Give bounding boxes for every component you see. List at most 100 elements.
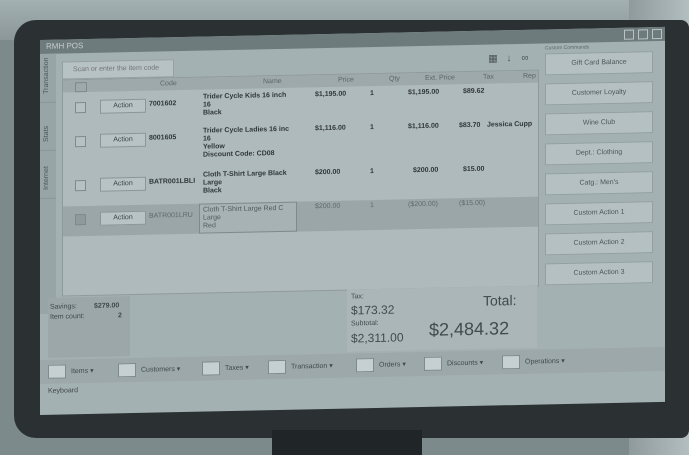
taxes-icon (202, 361, 220, 376)
total-value: $2,484.32 (429, 318, 510, 340)
action-button[interactable]: Action (100, 210, 146, 226)
customer-loyalty-button[interactable]: Customer Loyalty (545, 81, 653, 106)
col-qty[interactable]: Qty (389, 75, 400, 82)
cell-code: BATR001LRU (149, 211, 193, 220)
cell-tax: $15.00 (463, 165, 485, 174)
menu-label: Transaction (291, 362, 328, 371)
catg-mens-button[interactable]: Catg.: Men's (545, 171, 653, 196)
action-button[interactable]: Action (100, 132, 146, 148)
totals-panel: Tax: $173.32 Subtotal: $2,311.00 Total: … (347, 285, 537, 352)
col-code[interactable]: Code (160, 80, 177, 87)
tax-value: $173.32 (351, 302, 395, 318)
cell-tax: ($15.00) (459, 199, 486, 208)
grid-icon[interactable]: ▦ (488, 53, 498, 64)
window-title: RMH POS (46, 41, 84, 51)
cell-name-line: Large (203, 214, 221, 222)
transaction-grid: Code Name Price Qty Ext. Price Tax Rep A… (62, 69, 539, 297)
bottom-toolbar: Items ▾ Customers ▾ Taxes ▾ Transaction … (40, 346, 665, 384)
tax-label: Tax: (351, 293, 364, 301)
action-button[interactable]: Action (100, 98, 146, 114)
cell-name-line: 16 (203, 101, 211, 109)
pos-screen: RMH POS Transaction Stats Internet ▦ ↓ ∞… (40, 26, 665, 416)
summary-panel: Savings: $279.00 Item count: 2 (48, 296, 130, 358)
cell-code: 8001605 (149, 134, 177, 142)
col-ext-price[interactable]: Ext. Price (425, 74, 455, 82)
tab-transaction[interactable]: Transaction (40, 53, 56, 103)
cell-tax: $83.70 (459, 121, 481, 130)
cell-tax: $89.62 (463, 87, 485, 96)
cell-name: Trider Cycle Ladies 16 inc (203, 125, 289, 135)
items-icon (48, 364, 66, 379)
dept-clothing-button[interactable]: Dept.: Clothing (545, 141, 653, 166)
operations-menu[interactable]: Operations ▾ (502, 354, 565, 370)
wine-club-button[interactable]: Wine Club (545, 111, 653, 136)
custom-action-1-button[interactable]: Custom Action 1 (545, 201, 653, 226)
custom-action-3-button[interactable]: Custom Action 3 (545, 261, 653, 286)
col-name[interactable]: Name (263, 78, 282, 85)
table-row[interactable]: Action BATR001LBLI Cloth T-Shirt Large B… (63, 163, 538, 203)
subtotal-value: $2,311.00 (351, 330, 404, 346)
item-count-label: Item count: (50, 313, 85, 321)
col-tax[interactable]: Tax (483, 73, 494, 80)
col-price[interactable]: Price (338, 76, 354, 83)
cell-name-line: Black (203, 187, 222, 195)
custom-commands-label: Custom Commands (545, 44, 590, 52)
minimize-icon[interactable] (624, 29, 634, 40)
customers-menu[interactable]: Customers ▾ (118, 362, 180, 378)
col-rep[interactable]: Rep (523, 73, 536, 80)
items-menu[interactable]: Items ▾ (48, 364, 94, 379)
cell-qty: 1 (370, 168, 374, 176)
cell-code: 7001602 (149, 100, 177, 108)
gift-card-balance-button[interactable]: Gift Card Balance (545, 51, 653, 76)
tab-stats[interactable]: Stats (40, 101, 56, 151)
orders-icon (356, 358, 374, 373)
cell-price: $200.00 (315, 168, 341, 177)
row-checkbox[interactable] (75, 102, 86, 114)
subtotal-label: Subtotal: (351, 319, 379, 328)
menu-label: Taxes (225, 364, 244, 372)
item-search-input[interactable] (62, 59, 174, 80)
link-icon[interactable]: ∞ (520, 53, 530, 64)
cell-code: BATR001LBLI (149, 177, 196, 186)
cell-qty: 1 (370, 124, 374, 132)
cell-name: Cloth T-Shirt Large Red C (203, 204, 284, 214)
transaction-menu[interactable]: Transaction ▾ (268, 359, 333, 375)
cell-price: $1,116.00 (315, 124, 346, 133)
cell-ext-price: $1,116.00 (408, 122, 439, 131)
cell-name: Cloth T-Shirt Large Black (203, 169, 287, 179)
tab-label: Internet (43, 166, 50, 190)
discounts-menu[interactable]: Discounts ▾ (424, 356, 483, 371)
tab-label: Stats (43, 125, 50, 142)
taxes-menu[interactable]: Taxes ▾ (202, 361, 249, 376)
savings-label: Savings: (50, 303, 77, 311)
download-icon[interactable]: ↓ (504, 53, 514, 64)
cell-ext-price: $1,195.00 (408, 88, 440, 97)
action-button[interactable]: Action (100, 176, 146, 192)
keyboard-toggle[interactable]: Keyboard (48, 387, 78, 395)
cell-qty: 1 (370, 90, 374, 98)
cell-qty: 1 (370, 202, 374, 210)
orders-menu[interactable]: Orders ▾ (356, 357, 406, 373)
total-label: Total: (483, 292, 517, 309)
table-row-selected[interactable]: Action BATR001LRU Cloth T-Shirt Large Re… (63, 196, 538, 237)
side-tabs: Transaction Stats Internet (40, 53, 56, 314)
table-row[interactable]: Action 8001605 Trider Cycle Ladies 16 in… (63, 119, 538, 169)
operations-icon (502, 354, 520, 370)
cell-name-editor[interactable]: Cloth T-Shirt Large Red C Large Red (199, 201, 297, 234)
close-icon[interactable] (652, 28, 662, 40)
custom-action-2-button[interactable]: Custom Action 2 (545, 231, 653, 256)
row-checkbox[interactable] (75, 136, 86, 148)
menu-label: Discounts (447, 359, 478, 368)
maximize-icon[interactable] (638, 29, 648, 40)
cell-name-line: 16 (203, 135, 211, 143)
tab-internet[interactable]: Internet (40, 149, 56, 199)
menu-label: Orders (379, 361, 401, 369)
row-checkbox-checked[interactable] (75, 214, 86, 226)
cell-price: $1,195.00 (315, 90, 347, 99)
select-all-checkbox[interactable] (75, 82, 87, 93)
transaction-icon (268, 359, 286, 375)
cell-price: $200.00 (315, 202, 341, 211)
cell-name-line: Yellow (203, 143, 225, 151)
menu-label: Items (71, 367, 89, 376)
row-checkbox[interactable] (75, 180, 86, 192)
